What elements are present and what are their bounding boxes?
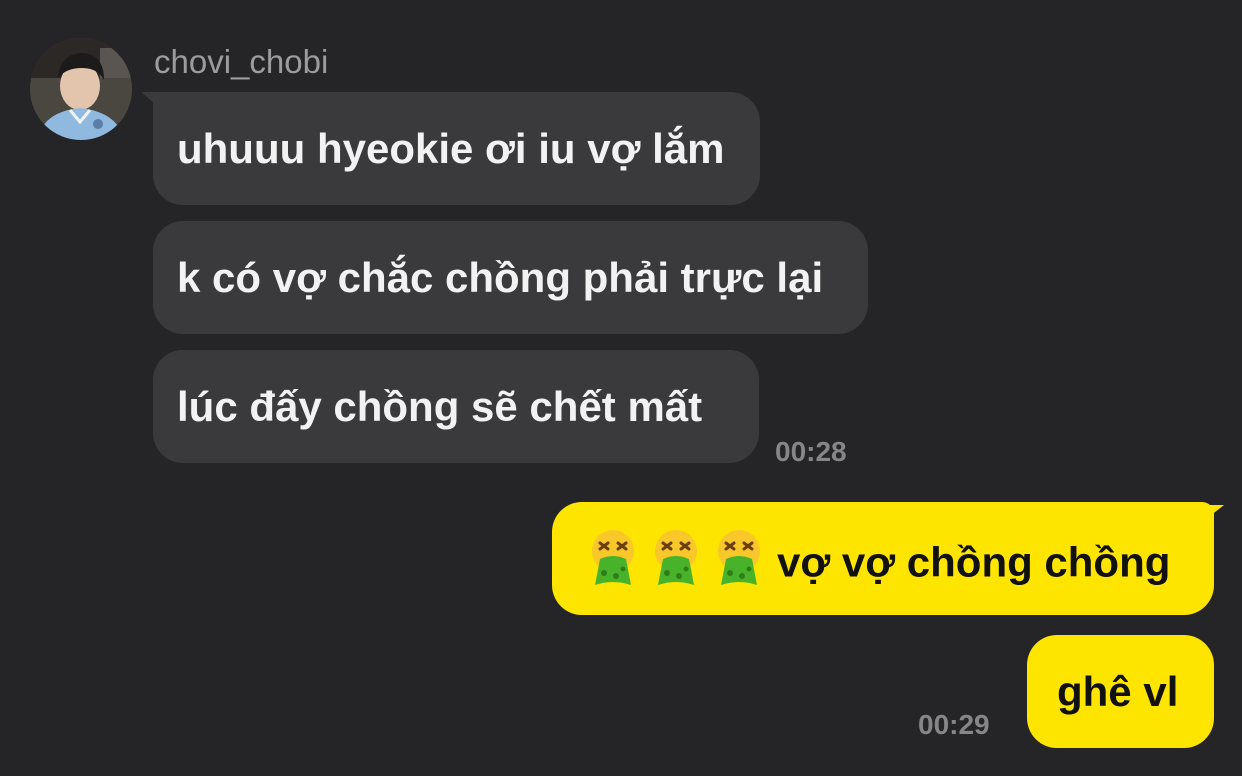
sender-avatar[interactable] (30, 38, 132, 140)
vomiting-face-icon (588, 529, 638, 587)
incoming-message-1[interactable]: uhuuu hyeokie ơi iu vợ lắm (153, 92, 760, 205)
vomiting-face-icon (651, 529, 701, 587)
incoming-timestamp: 00:28 (775, 436, 847, 467)
outgoing-message-2[interactable]: ghê vl (1027, 635, 1214, 748)
vomiting-face-icon (714, 529, 764, 587)
message-text: k có vợ chắc chồng phải trực lại (177, 254, 824, 301)
avatar-photo-icon (30, 38, 132, 140)
message-text: lúc đấy chồng sẽ chết mất (177, 383, 703, 430)
message-text: vợ vợ chồng chồng (777, 538, 1171, 586)
message-text: uhuuu hyeokie ơi iu vợ lắm (177, 125, 725, 172)
incoming-message-2[interactable]: k có vợ chắc chồng phải trực lại (153, 221, 868, 334)
sender-name: chovi_chobi (154, 43, 329, 80)
message-text: ghê vl (1057, 668, 1179, 715)
outgoing-message-1[interactable]: vợ vợ chồng chồng (552, 502, 1214, 615)
outgoing-timestamp: 00:29 (918, 709, 990, 740)
incoming-message-3[interactable]: lúc đấy chồng sẽ chết mất (153, 350, 759, 463)
